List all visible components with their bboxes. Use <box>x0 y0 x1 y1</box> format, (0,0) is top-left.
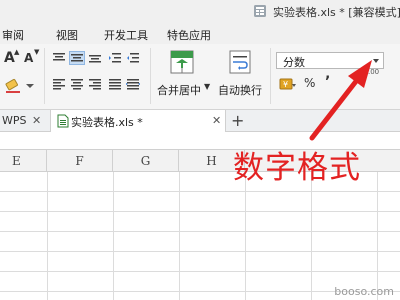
number-format-value: 分数 <box>283 56 305 69</box>
font-shrink-arrow-icon: ▼ <box>34 48 40 56</box>
merge-center-label[interactable]: 合并居中 <box>157 82 201 98</box>
ribbon-separator <box>270 48 271 104</box>
window-title: 实验表格.xls * [兼容模式] <box>273 6 400 19</box>
align-middle-icon[interactable] <box>69 51 85 65</box>
document-tab-bar: WPS ✕ 实验表格.xls * ✕ + <box>0 110 400 132</box>
watermark: booso.com <box>334 285 394 298</box>
column-header-e[interactable]: E <box>0 150 47 172</box>
currency-format-icon[interactable]: ¥ <box>279 76 297 92</box>
column-header-g[interactable]: G <box>113 150 179 172</box>
tab-developer-tools[interactable]: 开发工具 <box>104 27 148 43</box>
number-format-dropdown[interactable]: 分数 <box>276 52 384 69</box>
spreadsheet-file-icon <box>57 114 69 128</box>
wrap-text-icon[interactable] <box>229 50 251 74</box>
font-shrink-button[interactable]: A <box>24 51 33 65</box>
percent-button[interactable]: % <box>304 76 315 90</box>
column-header-f[interactable]: F <box>47 150 113 172</box>
annotation-label: 数字格式 <box>233 150 361 186</box>
new-tab-icon[interactable]: + <box>231 111 244 130</box>
merge-center-icon[interactable] <box>170 50 194 74</box>
thousands-separator-button[interactable]: ’ <box>325 74 330 90</box>
clear-format-icon[interactable] <box>4 78 22 94</box>
align-right-icon[interactable] <box>88 78 102 90</box>
tab-special-apps[interactable]: 特色应用 <box>167 27 211 43</box>
tab-wps[interactable]: WPS <box>2 114 27 127</box>
grid-lines <box>0 172 400 300</box>
tab-review[interactable]: 审阅 <box>2 27 24 43</box>
wrap-text-label[interactable]: 自动换行 <box>218 82 262 98</box>
ribbon-tab-bar: 审阅 视图 开发工具 特色应用 <box>0 22 400 44</box>
align-center-icon[interactable] <box>70 78 84 90</box>
svg-text:¥: ¥ <box>283 80 288 89</box>
spreadsheet-doc-icon <box>254 5 266 17</box>
close-icon[interactable]: ✕ <box>32 114 41 127</box>
merge-dropdown-icon[interactable]: ▼ <box>204 82 210 91</box>
tab-active-document[interactable]: 实验表格.xls * ✕ <box>50 110 226 132</box>
close-icon[interactable]: ✕ <box>212 114 221 127</box>
distributed-align-icon[interactable] <box>126 78 140 90</box>
align-bottom-icon[interactable] <box>88 52 102 64</box>
ribbon-separator <box>44 48 45 104</box>
ribbon-separator <box>150 48 151 104</box>
justify-icon[interactable] <box>108 78 122 90</box>
align-left-icon[interactable] <box>52 78 66 90</box>
active-document-name: 实验表格.xls * <box>71 116 143 129</box>
decimal-button[interactable]: .00 <box>368 68 379 76</box>
align-top-icon[interactable] <box>52 52 66 64</box>
spreadsheet-grid[interactable]: booso.com <box>0 172 400 300</box>
tab-view[interactable]: 视图 <box>56 27 78 43</box>
title-bar: 实验表格.xls * [兼容模式] <box>0 0 400 22</box>
increase-indent-icon[interactable] <box>126 52 140 64</box>
decrease-indent-icon[interactable] <box>108 52 122 64</box>
font-grow-arrow-icon: ▲ <box>14 48 20 56</box>
fill-dropdown-icon[interactable] <box>24 78 36 94</box>
chevron-down-icon[interactable] <box>373 59 379 63</box>
